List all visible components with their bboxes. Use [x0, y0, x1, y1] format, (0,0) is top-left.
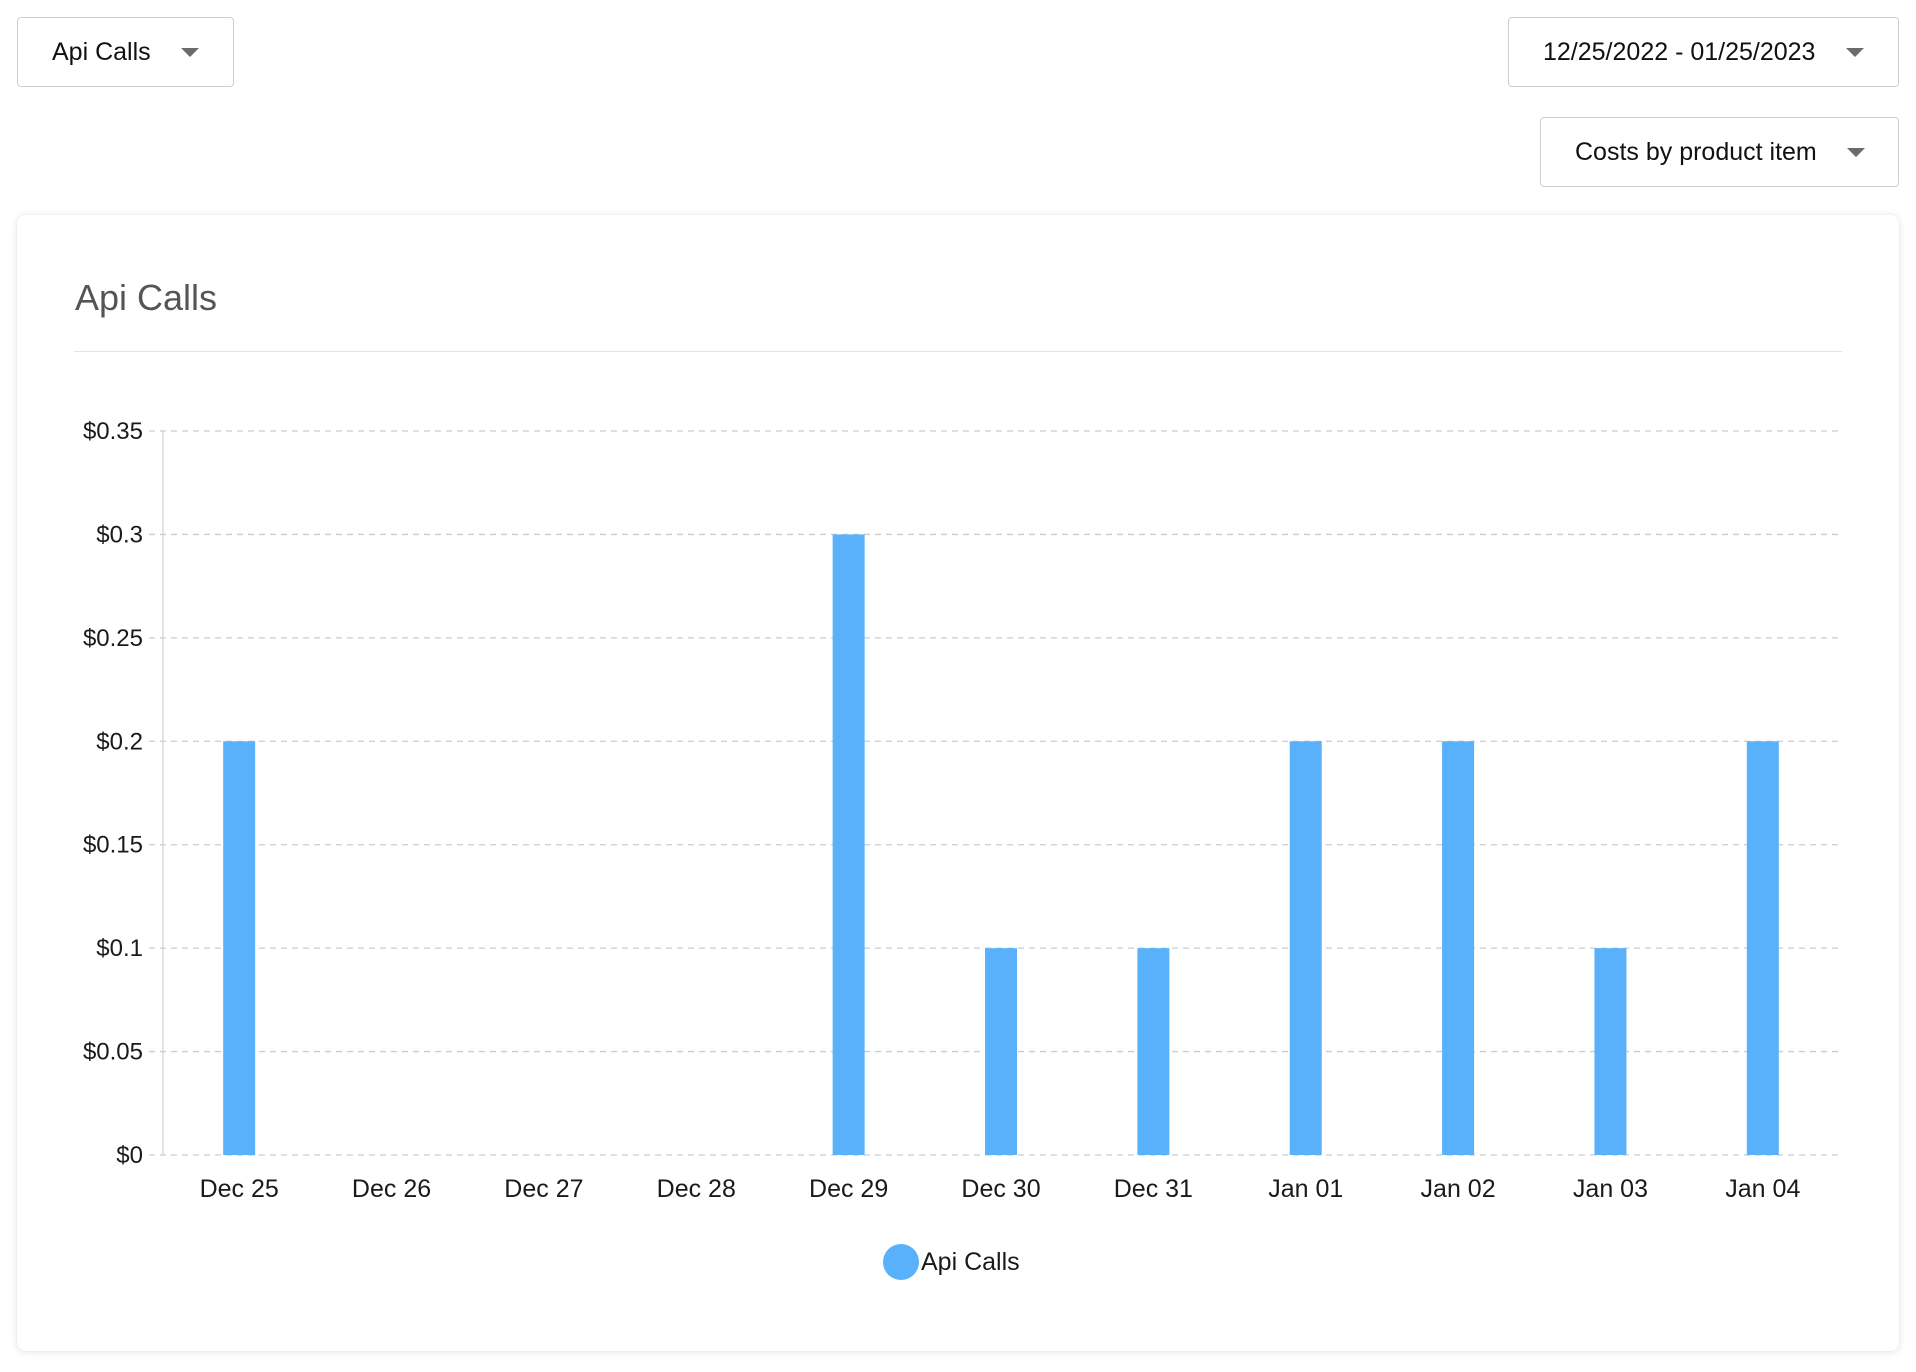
y-tick-label: $0.1 [96, 935, 143, 962]
product-select-value: Api Calls [52, 37, 151, 66]
bar [1289, 741, 1322, 1155]
x-tick-label: Dec 28 [657, 1175, 736, 1203]
date-range-select[interactable]: 12/25/2022 - 01/25/2023 [1508, 17, 1899, 87]
y-tick-label: $0.35 [83, 418, 143, 445]
x-tick-label: Jan 03 [1573, 1175, 1648, 1203]
x-tick-label: Dec 25 [200, 1175, 279, 1203]
x-tick-label: Dec 30 [961, 1175, 1040, 1203]
y-tick-label: $0.25 [83, 625, 143, 652]
x-tick-label: Dec 31 [1114, 1175, 1193, 1203]
chart-card: Api Calls $0 $0.05 $0.1 $0.15 $0.2 $0.25 $0.3 $… [17, 215, 1899, 1351]
x-tick-label: Jan 01 [1268, 1175, 1343, 1203]
group-by-value: Costs by product item [1575, 137, 1817, 166]
date-range-value: 12/25/2022 - 01/25/2023 [1543, 37, 1816, 66]
legend-label: Api Calls [921, 1247, 1020, 1276]
bar-chart: $0 $0.05 $0.1 $0.15 $0.2 $0.25 $0.3 $0.35 Dec 25… [83, 418, 1839, 1203]
x-tick-label: Dec 27 [504, 1175, 583, 1203]
product-select[interactable]: Api Calls [17, 17, 234, 87]
bar [985, 948, 1017, 1155]
y-tick-label: $0.2 [96, 728, 143, 755]
chevron-down-icon [1846, 147, 1865, 157]
x-tick-label: Dec 26 [352, 1175, 431, 1203]
bar [1746, 741, 1779, 1155]
bar [223, 741, 256, 1155]
legend-swatch-icon [883, 1244, 919, 1280]
x-tick-label: Dec 29 [809, 1175, 888, 1203]
chevron-down-icon [181, 47, 199, 57]
y-tick-label: $0.05 [83, 1039, 143, 1066]
y-tick-label: $0 [116, 1142, 143, 1169]
bar [1594, 948, 1627, 1155]
x-tick-label: Jan 02 [1421, 1175, 1496, 1203]
y-tick-label: $0.3 [96, 521, 143, 548]
bar [832, 534, 865, 1155]
bar [1442, 741, 1475, 1155]
billing-page: Api Calls 12/25/2022 - 01/25/2023 Costs … [0, 0, 1916, 1372]
group-by-select[interactable]: Costs by product item [1540, 117, 1899, 187]
chevron-down-icon [1846, 47, 1864, 57]
x-tick-label: Jan 04 [1725, 1175, 1800, 1203]
bar [1137, 948, 1170, 1155]
y-tick-label: $0.15 [83, 832, 143, 859]
chart-legend[interactable]: Api Calls [883, 1244, 1020, 1280]
